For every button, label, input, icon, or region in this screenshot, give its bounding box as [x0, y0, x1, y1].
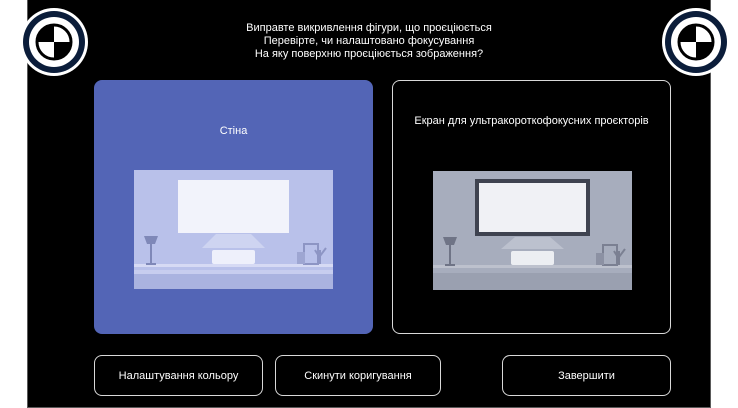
color-settings-button[interactable]: Налаштування кольору	[94, 355, 263, 396]
focus-target-icon	[660, 6, 732, 78]
instruction-line-3: На яку поверхню проєціюється зображення?	[254, 48, 484, 60]
option-ust-screen-label: Екран для ультракороткофокусних проєктор…	[414, 115, 649, 127]
instruction-line-1: Виправте викривлення фігури, що проєціює…	[246, 22, 492, 34]
option-ust-screen[interactable]: Екран для ультракороткофокусних проєктор…	[392, 80, 671, 334]
screen-illustration	[433, 171, 632, 290]
instruction-line-2: Перевірте, чи налаштовано фокусування	[263, 35, 475, 47]
option-wall-label: Стіна	[219, 125, 248, 137]
focus-target-icon	[18, 6, 90, 78]
option-wall[interactable]: Стіна	[94, 80, 373, 334]
reset-adjustments-button[interactable]: Скинути коригування	[275, 355, 441, 396]
finish-button[interactable]: Завершити	[502, 355, 671, 396]
wall-illustration	[134, 170, 333, 289]
instructions: Виправте викривлення фігури, що проєціює…	[0, 22, 738, 61]
